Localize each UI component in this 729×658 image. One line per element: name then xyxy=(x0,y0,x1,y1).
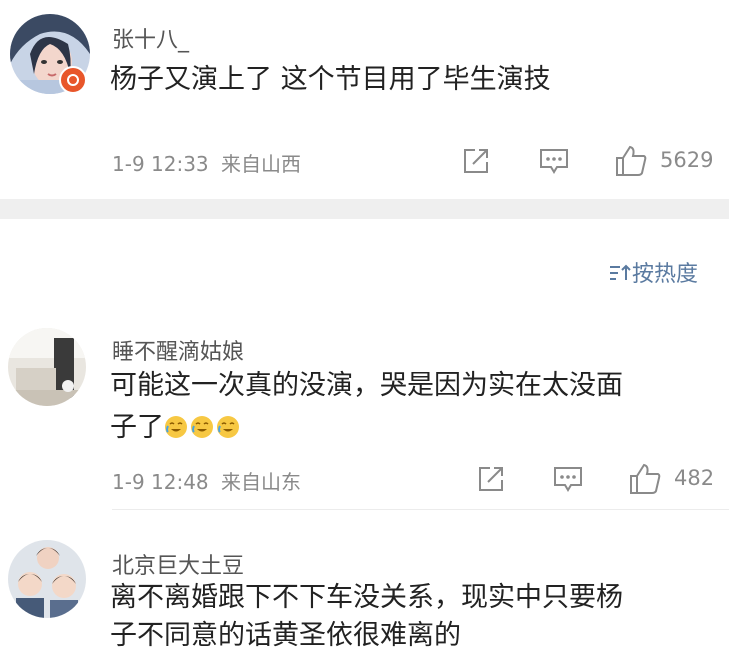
avatar[interactable] xyxy=(8,540,86,618)
comment-location: 来自山东 xyxy=(221,470,302,494)
laugh-cry-emoji xyxy=(164,409,188,438)
like-icon[interactable] xyxy=(614,144,648,178)
like-icon[interactable] xyxy=(628,462,662,496)
share-icon[interactable] xyxy=(476,464,506,494)
sort-label: 按热度 xyxy=(632,262,699,287)
comment-meta: 1-9 12:48 来自山东 xyxy=(112,466,301,495)
avatar-image xyxy=(8,328,86,406)
share-icon[interactable] xyxy=(461,146,491,176)
sort-by-hot-button[interactable]: 按热度 xyxy=(608,256,698,288)
avatar[interactable] xyxy=(8,328,86,406)
comment-time: 1-9 12:33 xyxy=(112,152,209,176)
comment-location: 来自山西 xyxy=(221,152,302,176)
comment-text-line-2: 子不同意的话黄圣依很难离的 xyxy=(110,620,461,651)
verified-badge-icon xyxy=(59,66,87,94)
username[interactable]: 睡不醒滴姑娘 xyxy=(112,334,244,366)
comment-divider xyxy=(112,509,729,510)
username[interactable]: 张十八_ xyxy=(112,22,189,54)
avatar-image xyxy=(8,540,86,618)
comment-meta: 1-9 12:33 来自山西 xyxy=(112,148,301,177)
laugh-cry-emoji xyxy=(190,409,214,438)
comment-time: 1-9 12:48 xyxy=(112,470,209,494)
comment-icon[interactable] xyxy=(538,146,570,176)
comment-text-line-2: 子了 xyxy=(110,406,242,450)
like-count: 5629 xyxy=(660,148,714,172)
laugh-cry-emoji xyxy=(216,409,240,438)
comment-text: 杨子又演上了 这个节目用了毕生演技 xyxy=(110,64,551,95)
comment-icon[interactable] xyxy=(552,464,584,494)
sort-icon xyxy=(608,263,632,283)
like-count: 482 xyxy=(674,466,715,490)
comment-text-line: 可能这一次真的没演，哭是因为实在太没面 xyxy=(110,370,623,401)
section-separator xyxy=(0,199,729,219)
